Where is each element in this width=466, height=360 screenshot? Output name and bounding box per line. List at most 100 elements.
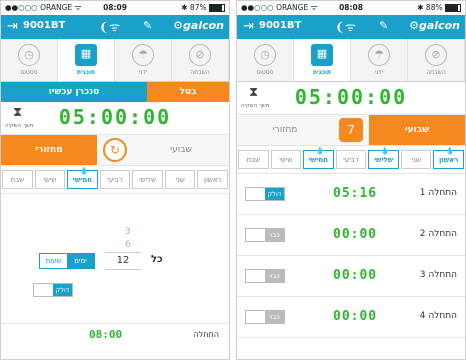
tab-label: ססטוס: [20, 69, 38, 76]
battery-fill: [446, 5, 459, 11]
device-name: 9001BT: [259, 20, 302, 31]
unit-selector: שעות ימים: [39, 253, 95, 269]
status-bar: ●●○○○ ORANGE ᯤ 08:09 ✱ 87%: [1, 1, 229, 15]
water-drop-icon: 💧: [445, 147, 455, 155]
tab-manual[interactable]: ☂ ידני: [115, 39, 172, 81]
duration-value[interactable]: 05:00:00: [1, 105, 229, 129]
toggle-label: דולק: [53, 284, 72, 296]
picker-value-above: 3: [125, 227, 131, 237]
start-toggle[interactable]: דולק: [245, 187, 285, 201]
day-3[interactable]: רביעי: [335, 150, 367, 169]
day-2[interactable]: 💧 חמישי: [303, 147, 334, 169]
weekly-button[interactable]: שבועי: [369, 115, 465, 145]
disable-icon: ⊘: [425, 44, 447, 66]
start-time[interactable]: 08:00: [89, 328, 122, 341]
start-toggle[interactable]: כבוי: [245, 269, 285, 283]
duration-value[interactable]: 05:00:00: [237, 85, 465, 109]
tab-disable[interactable]: ⊘ השבתה: [172, 39, 229, 81]
battery-fill: [210, 5, 223, 11]
toggle-label: דולק: [265, 188, 284, 200]
tab-disable[interactable]: ⊘ השבתה: [408, 39, 465, 81]
cycle-picker: 3 6 12 שעות ימים כל דולק 08:00 התחלה: [1, 219, 229, 341]
day-1[interactable]: שישי: [34, 170, 66, 189]
toggle-label: כבוי: [265, 311, 284, 323]
battery: ✱ 87%: [181, 3, 225, 12]
start-time[interactable]: 00:00: [333, 309, 377, 324]
edit-icon[interactable]: ✎: [143, 19, 152, 32]
toggle-label: כבוי: [265, 229, 284, 241]
day-label: שלישי: [374, 156, 394, 164]
start-label: התחלה 2: [419, 229, 457, 239]
day-label: שישי: [43, 176, 57, 184]
tab-status[interactable]: ◷ ססטוס: [237, 39, 294, 81]
tab-manual[interactable]: ☂ ידני: [351, 39, 408, 81]
picker-value-above: 6: [125, 240, 131, 250]
cyclic-button[interactable]: מחזורי: [1, 135, 97, 165]
start-label: התחלה: [193, 330, 219, 339]
left-screen: ●●○○○ ORANGE ᯤ 08:09 ✱ 87% ⇥ 9001BT ❨ᯤ ✎…: [0, 0, 230, 360]
start-toggle[interactable]: כבוי: [245, 310, 285, 324]
interval-value[interactable]: 12: [105, 252, 141, 270]
bluetooth-signal-icon: ❨ᯤ: [99, 20, 121, 34]
unit-days[interactable]: ימים: [67, 254, 94, 268]
day-label: חמישי: [72, 176, 93, 184]
tab-program[interactable]: ▦ תוכנית: [58, 39, 115, 81]
day-label: שלישי: [139, 176, 157, 184]
cancel-button[interactable]: בטל: [147, 82, 229, 102]
tab-label: ידני: [374, 69, 384, 76]
cyclic-button[interactable]: מחזורי: [237, 115, 333, 145]
galcon-logo: ⚙galcon: [173, 19, 224, 32]
unit-hours[interactable]: שעות: [40, 254, 67, 268]
start-label: התחלה 4: [419, 311, 457, 321]
clock-icon: ◷: [18, 44, 40, 66]
duration-row[interactable]: ⧗ משך השקיה 05:00:00: [237, 82, 465, 115]
tab-program[interactable]: ▦ תוכנית: [294, 39, 351, 81]
weekly-button[interactable]: שבועי: [133, 135, 229, 165]
tab-label: השבתה: [426, 69, 446, 76]
edit-icon[interactable]: ✎: [379, 19, 388, 32]
start-time[interactable]: 00:00: [333, 268, 377, 283]
tab-bar: ◷ ססטוס ▦ תוכנית ☂ ידני ⊘ השבתה: [237, 39, 465, 82]
start-time[interactable]: 00:00: [333, 227, 377, 242]
day-selector: שבת שישי 💧 חמישי רביעי שלישי שני ראשון: [1, 166, 229, 194]
day-4[interactable]: שלישי: [132, 170, 163, 189]
start-row: כבוי 00:00 התחלה 4: [237, 297, 465, 338]
tab-label: ססטוס: [256, 69, 274, 76]
day-0[interactable]: שבת: [238, 150, 269, 169]
duration-row[interactable]: ⧗ משך השקיה 05:00:00: [1, 102, 229, 135]
calendar-icon: ▦: [75, 44, 97, 66]
day-label: ראשון: [439, 156, 459, 164]
mode-selector: מחזורי 7 שבועי: [237, 115, 465, 146]
battery-icon: [445, 4, 461, 12]
start-time[interactable]: 05:16: [333, 186, 377, 201]
start-toggle[interactable]: כבוי: [245, 228, 285, 242]
day-5[interactable]: שני: [400, 150, 432, 169]
tab-status[interactable]: ◷ ססטוס: [1, 39, 58, 81]
day-2[interactable]: 💧 חמישי: [67, 167, 98, 189]
exit-icon[interactable]: ⇥: [243, 19, 254, 35]
cycle-icon: ↻: [103, 138, 127, 162]
day-4[interactable]: 💧 שלישי: [368, 147, 399, 169]
on-toggle[interactable]: דולק: [33, 283, 73, 297]
hand-icon: ☂: [132, 44, 154, 66]
day-0[interactable]: שבת: [2, 170, 33, 189]
day-6[interactable]: ראשון: [197, 170, 229, 189]
sync-now-button[interactable]: סנכרן עכשיו: [1, 82, 147, 102]
right-screen: ●●○○○ ORANGE ᯤ 08:08 ✱ 88% ⇥ 9001BT ❨ᯤ ✎…: [236, 0, 466, 360]
exit-icon[interactable]: ⇥: [7, 19, 18, 35]
battery-text: ✱ 87%: [181, 3, 207, 12]
calendar-icon: 7: [339, 118, 363, 142]
day-label: שבת: [10, 176, 25, 184]
battery: ✱ 88%: [417, 3, 461, 12]
tab-label: תוכנית: [312, 69, 332, 76]
day-selector: שבת שישי 💧 חמישי רביעי 💧 שלישי שני 💧 ראשון: [237, 146, 465, 174]
day-5[interactable]: שני: [164, 170, 196, 189]
calendar-icon: ▦: [311, 44, 333, 66]
day-6[interactable]: 💧 ראשון: [433, 147, 465, 169]
day-1[interactable]: שישי: [270, 150, 302, 169]
water-drop-icon: 💧: [79, 167, 89, 175]
start-row: דולק 05:16 התחלה 1: [237, 174, 465, 215]
start-list: דולק 05:16 התחלה 1 כבוי 00:00 התחלה 2 כבוי 00:0…: [237, 174, 465, 338]
start-row: כבוי 00:00 התחלה 3: [237, 256, 465, 297]
day-3[interactable]: רביעי: [99, 170, 131, 189]
